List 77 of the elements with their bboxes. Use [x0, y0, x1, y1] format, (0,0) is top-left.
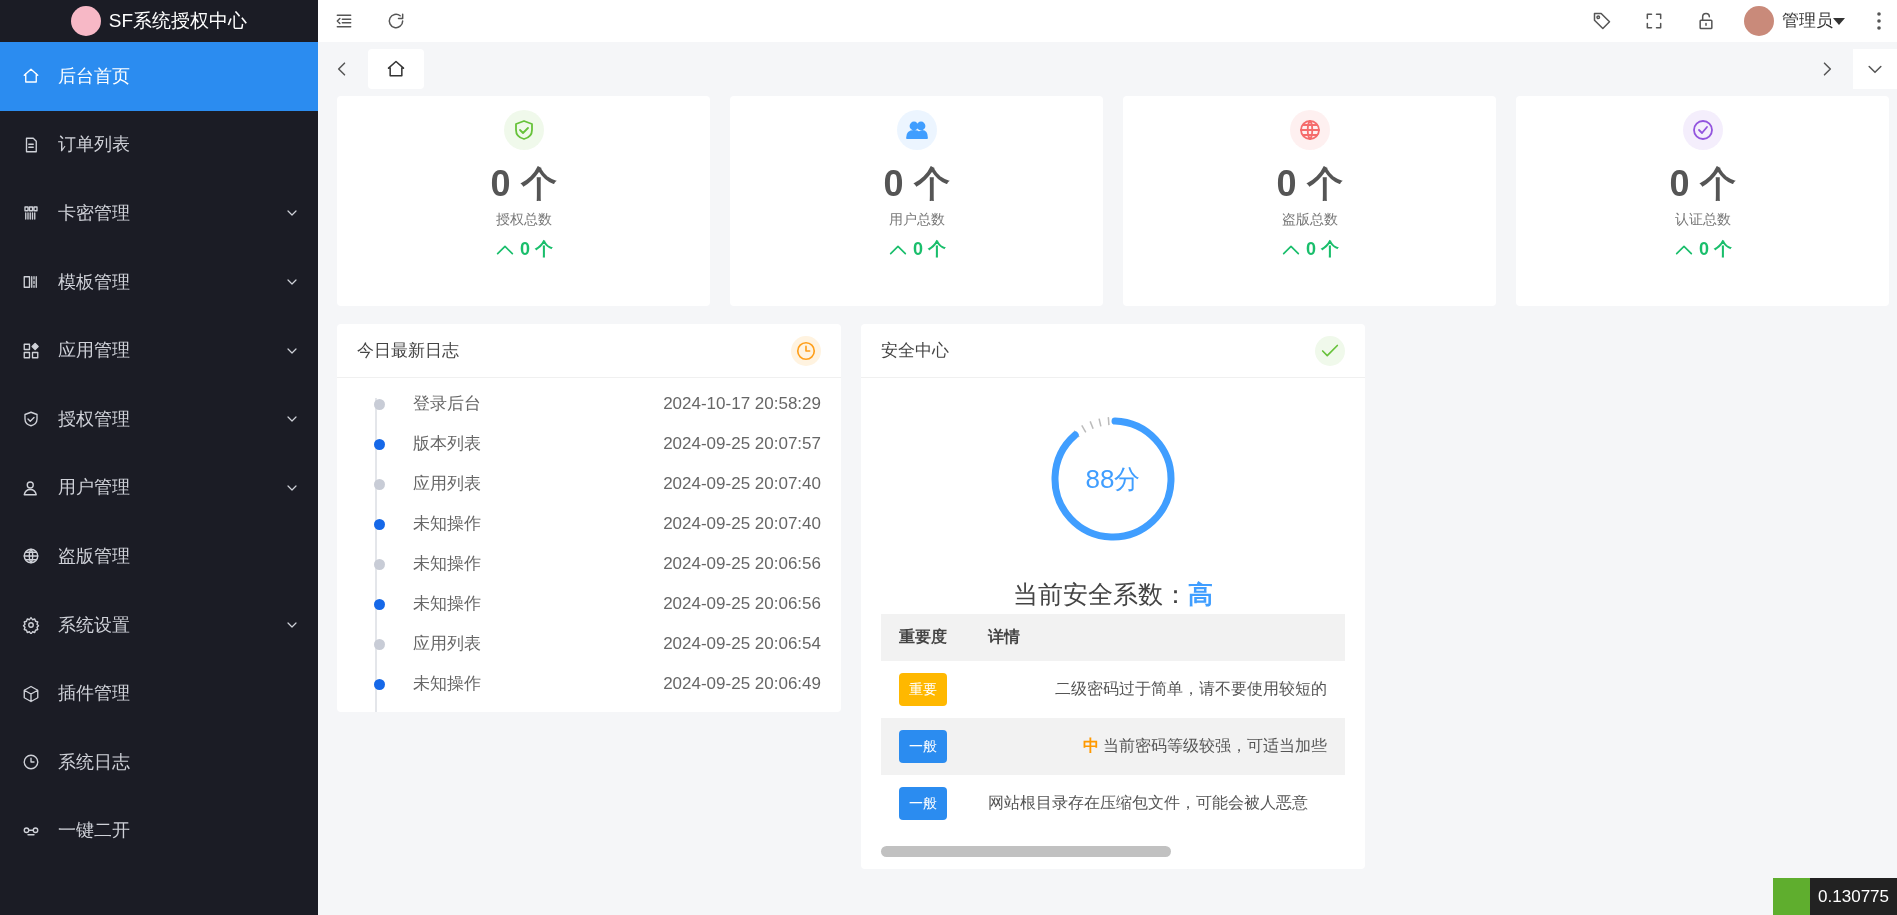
detail-text: 二级密码过于简单，请不要使用较短的: [1055, 680, 1327, 697]
panel-title: 今日最新日志: [357, 339, 459, 362]
stat-change: 0 个: [913, 238, 946, 262]
stat-value: 0 个: [883, 162, 950, 206]
tag-icon: [1592, 11, 1612, 31]
logo-icon: [70, 6, 101, 36]
menu-fold-icon: [334, 11, 354, 31]
sidebar-item[interactable]: 应用管理: [0, 316, 318, 385]
home-icon: [22, 67, 40, 86]
globe-icon: [22, 547, 40, 566]
sidebar-item[interactable]: 卡密管理: [0, 179, 318, 248]
stat-value: 0 个: [1276, 162, 1343, 206]
user-icon: [22, 478, 40, 497]
sidebar-item[interactable]: 授权管理: [0, 384, 318, 454]
log-time: 2024-09-25 20:06:56: [663, 553, 821, 576]
gauge-ticks: [1073, 416, 1110, 438]
home-tab[interactable]: [368, 49, 424, 89]
trace-logo-icon[interactable]: [1773, 878, 1811, 915]
sidebar-item[interactable]: 模板管理: [0, 247, 318, 317]
cube-icon: [22, 684, 40, 703]
log-time: 2024-10-17 20:58:29: [663, 393, 821, 416]
sidebar-item[interactable]: 订单列表: [0, 110, 318, 180]
stat-value: 0 个: [490, 162, 557, 206]
stat-change: 0 个: [1306, 238, 1339, 262]
log-action: 版本列表: [413, 433, 482, 456]
refresh-icon: [386, 11, 406, 31]
gear-icon: [22, 616, 40, 635]
grid-icon: [22, 204, 40, 223]
clock-icon: [795, 339, 817, 362]
stat-label: 授权总数: [495, 210, 552, 230]
column-header: 重要度: [881, 613, 970, 661]
trace-time[interactable]: 0.130775: [1810, 878, 1897, 915]
log-action: 未知操作: [413, 553, 482, 576]
more-icon: [1877, 12, 1881, 30]
fullscreen-icon: [1644, 11, 1664, 31]
scrollbar-thumb[interactable]: [881, 845, 1171, 857]
stat-change: 0 个: [1699, 238, 1732, 262]
sidebar-item[interactable]: 系统设置: [0, 590, 318, 660]
shield-icon: [22, 410, 40, 429]
user-menu-button[interactable]: 管理员: [1778, 4, 1849, 38]
detail-text: 网站根目录存在压缩包文件，可能会被人恶意: [987, 794, 1308, 811]
detail-text: 当前密码等级较强，可适当加些: [1103, 737, 1327, 754]
sidebar-item[interactable]: 用户管理: [0, 453, 318, 523]
sidebar-item[interactable]: 插件管理: [0, 659, 318, 728]
log-time: 2024-09-25 20:07:40: [663, 513, 821, 536]
home-icon: [386, 59, 406, 79]
log-time: 2024-09-25 20:06:54: [663, 633, 821, 656]
brand-title: SF系统授权中心: [108, 8, 248, 33]
log-action: 登录后台: [413, 393, 482, 416]
stat-value: 0 个: [1669, 162, 1736, 206]
stat-label: 认证总数: [1674, 210, 1731, 230]
log-action: 未知操作: [413, 513, 482, 536]
panel-title: 安全中心: [881, 339, 949, 362]
log-action: 应用列表: [413, 473, 482, 496]
log-action: 未知操作: [413, 673, 482, 696]
stat-label: 盗版总数: [1281, 210, 1338, 230]
column-header: 详情: [969, 613, 1345, 661]
log-time: 2024-09-25 20:06:49: [663, 673, 821, 696]
sidebar-item[interactable]: 盗版管理: [0, 522, 318, 591]
log-action: 未知操作: [413, 593, 482, 616]
log-time: 2024-09-25 20:07:40: [663, 473, 821, 496]
strength-tag: 中: [1083, 737, 1099, 754]
rating-label: 当前安全系数：: [1013, 580, 1188, 608]
rating-value: 高: [1188, 580, 1213, 608]
stat-label: 用户总数: [888, 210, 945, 230]
stat-change: 0 个: [520, 238, 553, 262]
sidebar-item[interactable]: 系统日志: [0, 727, 318, 797]
caret-icon: [1833, 16, 1845, 26]
log-time: 2024-09-25 20:06:56: [663, 593, 821, 616]
gauge-score: 88分: [1084, 462, 1142, 496]
log-action: 应用列表: [413, 633, 482, 656]
apps-icon: [22, 341, 40, 360]
avatar: [1744, 6, 1774, 36]
lock-icon: [1696, 11, 1716, 31]
clock-icon: [22, 753, 40, 772]
log-time: 2024-09-25 20:07:57: [663, 433, 821, 456]
sidebar-item[interactable]: 一键二开: [0, 796, 318, 866]
